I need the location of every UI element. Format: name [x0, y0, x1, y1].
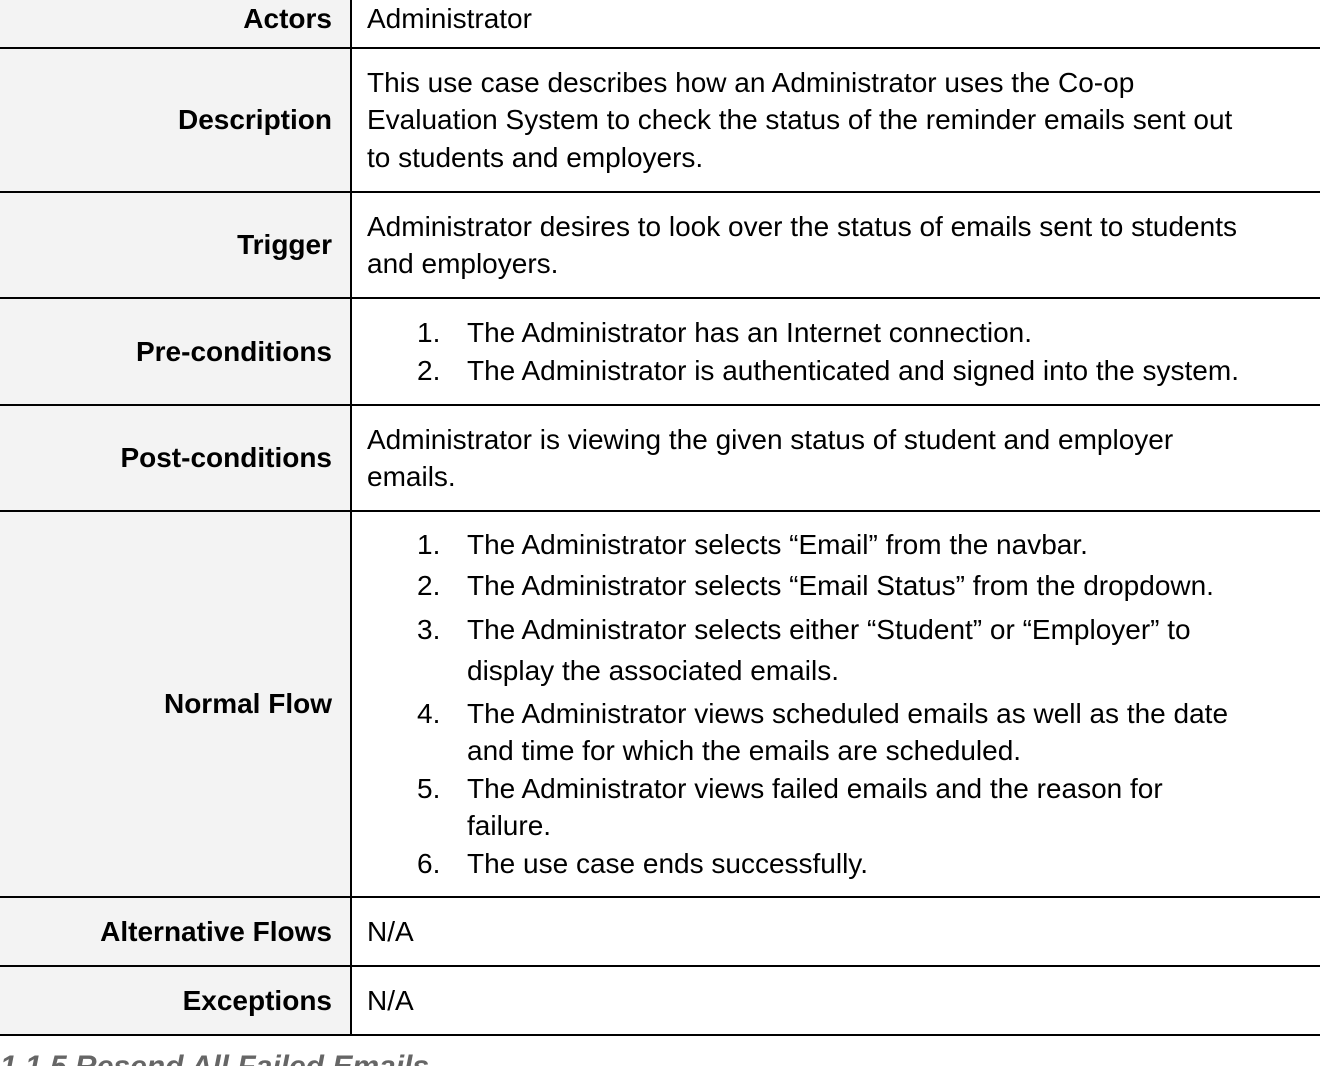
actors-label: Actors — [0, 0, 352, 49]
list-item: 1. The Administrator selects “Email” from… — [367, 526, 1320, 564]
list-item: 4. The Administrator views scheduled emai… — [367, 695, 1320, 770]
normal-flow-value: 1. The Administrator selects “Email” from… — [351, 510, 1320, 898]
list-number: 4. — [417, 697, 441, 729]
alternative-flows-value: N/A — [351, 896, 1320, 967]
list-text: The Administrator selects “Email Status”… — [467, 570, 1214, 602]
normal-flow-list: 1. The Administrator selects “Email” from… — [367, 526, 1320, 883]
preconditions-list: 1. The Administrator has an Internet conn… — [367, 314, 1320, 389]
description-line: This use case describes how an Administr… — [367, 66, 1135, 98]
list-text: The Administrator selects “Email” from t… — [467, 528, 1088, 560]
trigger-value: Administrator desires to look over the s… — [351, 191, 1320, 299]
exceptions-label: Exceptions — [0, 965, 352, 1036]
description-line: Evaluation System to check the status of… — [367, 104, 1233, 136]
row-actors: Actors Administrator — [0, 0, 1320, 49]
list-item: 6. The use case ends successfully. — [367, 845, 1320, 883]
list-item: 5. The Administrator views failed emails … — [367, 770, 1320, 845]
postconditions-line: emails. — [367, 461, 456, 492]
list-text: The use case ends successfully. — [467, 847, 869, 879]
exceptions-value: N/A — [351, 965, 1320, 1036]
list-text: failure. — [467, 810, 552, 842]
list-number: 1. — [417, 317, 441, 348]
row-preconditions: Pre-conditions 1. The Administrator has a… — [0, 297, 1320, 406]
list-item: 3. The Administrator selects either “Stud… — [367, 609, 1320, 691]
list-item: 2. The Administrator selects “Email Statu… — [367, 567, 1320, 605]
list-number: 2. — [417, 570, 441, 602]
list-number: 2. — [417, 354, 441, 386]
row-exceptions: Exceptions N/A — [0, 965, 1320, 1036]
description-value: This use case describes how an Administr… — [351, 47, 1320, 193]
preconditions-label: Pre-conditions — [0, 297, 352, 406]
alternative-flows-label: Alternative Flows — [0, 896, 352, 967]
use-case-table: Actors Administrator Description This us… — [0, 0, 1320, 1036]
description-line: to students and employers. — [367, 141, 704, 173]
list-number: 5. — [417, 772, 441, 804]
postconditions-value: Administrator is viewing the given statu… — [351, 404, 1320, 512]
trigger-label: Trigger — [0, 191, 352, 299]
preconditions-value: 1. The Administrator has an Internet conn… — [351, 297, 1320, 406]
list-text: The Administrator selects either “Studen… — [467, 613, 1191, 645]
list-number: 3. — [417, 613, 441, 645]
description-label: Description — [0, 47, 352, 193]
list-item: 2. The Administrator is authenticated and… — [367, 352, 1320, 390]
row-description: Description This use case describes how … — [0, 47, 1320, 193]
next-section-heading: 1.1.5 Resend All Failed Emails — [0, 1050, 429, 1066]
postconditions-label: Post-conditions — [0, 404, 352, 512]
normal-flow-label: Normal Flow — [0, 510, 352, 898]
list-text: The Administrator views failed emails an… — [467, 772, 1163, 804]
list-number: 1. — [417, 528, 441, 560]
trigger-line: Administrator desires to look over the s… — [367, 210, 1237, 242]
list-number: 6. — [417, 847, 441, 879]
trigger-line: and employers. — [367, 248, 559, 279]
list-text: The Administrator is authenticated and s… — [467, 354, 1239, 386]
postconditions-line: Administrator is viewing the given statu… — [367, 423, 1174, 455]
list-text: display the associated emails. — [467, 654, 839, 686]
row-postconditions: Post-conditions Administrator is viewing… — [0, 404, 1320, 512]
list-text: The Administrator has an Internet connec… — [467, 317, 1032, 348]
list-text: The Administrator views scheduled emails… — [467, 697, 1229, 729]
row-alternative-flows: Alternative Flows N/A — [0, 896, 1320, 967]
row-trigger: Trigger Administrator desires to look ov… — [0, 191, 1320, 299]
actors-value: Administrator — [351, 0, 1320, 49]
list-item: 1. The Administrator has an Internet conn… — [367, 314, 1320, 352]
list-text: and time for which the emails are schedu… — [467, 735, 1022, 767]
row-normal-flow: Normal Flow 1. The Administrator selects … — [0, 510, 1320, 898]
